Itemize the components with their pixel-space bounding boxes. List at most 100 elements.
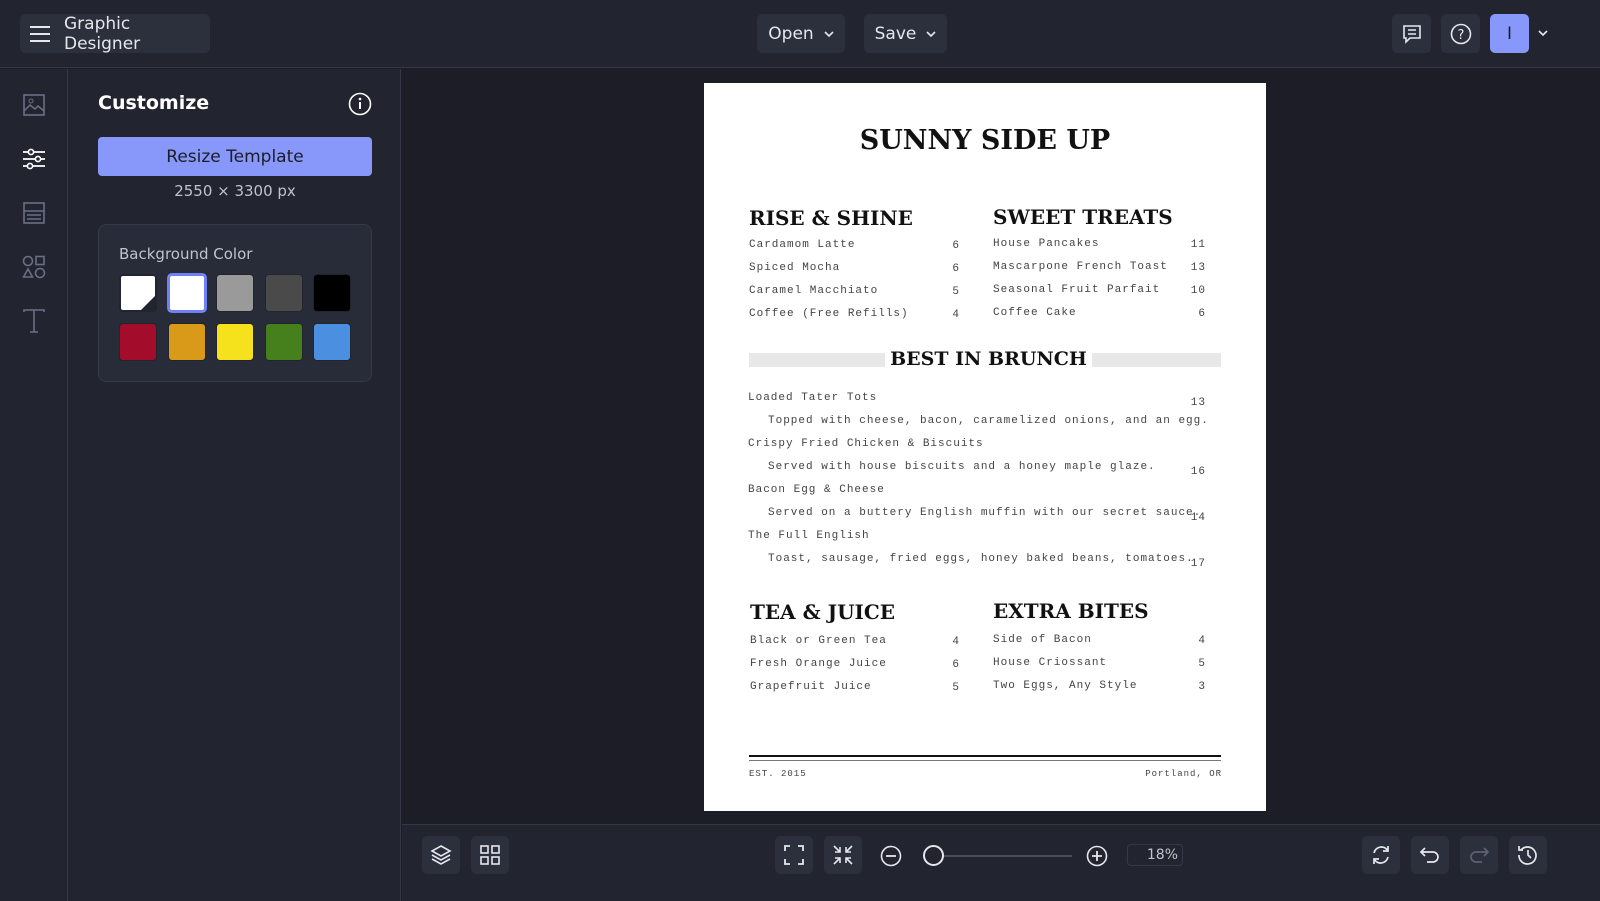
- help-button[interactable]: ?: [1441, 14, 1480, 53]
- zoom-out-icon[interactable]: [880, 845, 902, 867]
- menu-page[interactable]: SUNNY SIDE UP RISE & SHINE Cardamom Latte…: [704, 83, 1266, 811]
- tool-rail: [0, 69, 68, 901]
- chevron-down-icon: [824, 30, 834, 37]
- reset-button[interactable]: [1362, 836, 1400, 874]
- layers-button[interactable]: [422, 836, 460, 874]
- menu-item-price: 3: [1198, 681, 1206, 693]
- expand-icon: [784, 845, 804, 865]
- history-button[interactable]: [1509, 836, 1547, 874]
- menu-item-price: 6: [1198, 308, 1206, 320]
- menu-item-name: Coffee (Free Refills): [749, 308, 909, 320]
- brunch-item-name: The Full English: [748, 530, 870, 542]
- menu-item-name: Side of Bacon: [993, 634, 1092, 646]
- brunch-item-price: 14: [1190, 512, 1206, 524]
- brunch-item-desc: Topped with cheese, bacon, caramelized o…: [768, 415, 1209, 427]
- menu-item-name: Mascarpone French Toast: [993, 261, 1168, 273]
- brunch-item-name: Bacon Egg & Cheese: [748, 484, 885, 496]
- save-button[interactable]: Save: [864, 14, 947, 53]
- menu-title: SUNNY SIDE UP: [859, 125, 1111, 156]
- menu-item-name: Fresh Orange Juice: [750, 658, 887, 670]
- brunch-heading: BEST IN BRUNCH: [890, 348, 1087, 370]
- open-button[interactable]: Open: [757, 14, 845, 53]
- collapse-icon: [833, 845, 853, 865]
- footer-location: Portland, OR: [1145, 769, 1222, 779]
- brunch-item-price: 16: [1190, 466, 1206, 478]
- images-icon[interactable]: [20, 91, 48, 119]
- menu-item-name: Coffee Cake: [993, 307, 1077, 319]
- menu-item-price: 6: [952, 240, 960, 252]
- menu-item-name: Seasonal Fruit Parfait: [993, 284, 1161, 296]
- avatar[interactable]: I: [1490, 14, 1529, 53]
- menu-item-name: Grapefruit Juice: [750, 681, 872, 693]
- comments-button[interactable]: [1392, 14, 1431, 53]
- footer-rule-thin: [749, 760, 1221, 761]
- tea-heading: TEA & JUICE: [750, 600, 896, 624]
- avatar-initial: I: [1506, 23, 1512, 44]
- app-title: Graphic Designer: [64, 13, 141, 54]
- menu-item-name: House Pancakes: [993, 238, 1100, 250]
- grid-button[interactable]: [471, 836, 509, 874]
- undo-button[interactable]: [1411, 836, 1449, 874]
- panel-title: Customize: [98, 92, 210, 114]
- grid-icon: [480, 845, 500, 865]
- menu-item-price: 4: [952, 636, 960, 648]
- swatch-ffffff[interactable]: [167, 274, 206, 312]
- bottom-toolbar: 18%: [402, 824, 1600, 901]
- menu-item-price: 13: [1190, 262, 1206, 274]
- account-chevron-icon[interactable]: [1538, 30, 1548, 36]
- fit-screen-button[interactable]: [775, 836, 813, 874]
- zoom-slider-thumb[interactable]: [922, 845, 944, 866]
- text-icon[interactable]: [20, 307, 48, 335]
- brunch-item-desc: Served with house biscuits and a honey m…: [768, 461, 1156, 473]
- swatch-45801c[interactable]: [264, 323, 303, 361]
- menu-item-name: Caramel Macchiato: [749, 285, 879, 297]
- swatch-d89a18[interactable]: [167, 323, 206, 361]
- customize-sliders-icon[interactable]: [20, 145, 48, 173]
- shapes-icon[interactable]: [20, 253, 48, 281]
- info-icon[interactable]: [348, 92, 372, 116]
- footer-est: EST. 2015: [749, 769, 807, 779]
- menu-item-price: 6: [952, 659, 960, 671]
- menu-item-name: Spiced Mocha: [749, 262, 841, 274]
- brunch-item-desc: Toast, sausage, fried eggs, honey baked …: [768, 553, 1194, 565]
- main-menu-button[interactable]: Graphic Designer: [20, 13, 210, 54]
- layout-icon[interactable]: [20, 199, 48, 227]
- menu-item-price: 5: [1198, 658, 1206, 670]
- swatch-a30d2b[interactable]: [119, 323, 157, 361]
- chevron-down-icon: [926, 30, 936, 37]
- swatch-000000[interactable]: [313, 274, 351, 312]
- save-label: Save: [874, 23, 917, 44]
- menu-item-price: 11: [1190, 239, 1206, 251]
- redo-button[interactable]: [1460, 836, 1498, 874]
- swatch-4a8fe0[interactable]: [313, 323, 351, 361]
- menu-item-price: 6: [952, 263, 960, 275]
- swatch-transparent[interactable]: [119, 274, 157, 312]
- divider-bar: [749, 353, 885, 367]
- zoom-slider-track[interactable]: [930, 855, 1072, 857]
- layers-icon: [430, 844, 452, 866]
- background-color-label: Background Color: [119, 245, 253, 263]
- svg-text:?: ?: [1457, 28, 1464, 43]
- brunch-item-price: 13: [1190, 397, 1206, 409]
- help-icon: ?: [1450, 23, 1472, 45]
- menu-item-price: 4: [1198, 635, 1206, 647]
- brunch-item-name: Crispy Fried Chicken & Biscuits: [748, 438, 984, 450]
- background-color-card: Background Color: [98, 224, 372, 382]
- brunch-item-desc: Served on a buttery English muffin with …: [768, 507, 1202, 519]
- shrink-button[interactable]: [824, 836, 862, 874]
- menu-item-name: Cardamom Latte: [749, 239, 856, 251]
- zoom-in-icon[interactable]: [1086, 845, 1108, 867]
- redo-icon: [1468, 845, 1490, 865]
- menu-item-name: House Criossant: [993, 657, 1108, 669]
- swatch-f5e11c[interactable]: [216, 323, 254, 361]
- resize-template-button[interactable]: Resize Template: [98, 137, 372, 176]
- swatch-9a9a9a[interactable]: [216, 274, 254, 312]
- template-dimensions: 2550 × 3300 px: [174, 182, 296, 200]
- footer-rule: [749, 755, 1221, 757]
- zoom-percent-input[interactable]: 18%: [1127, 844, 1183, 866]
- menu-item-price: 4: [952, 309, 960, 321]
- swatch-4a4a4a[interactable]: [264, 274, 303, 312]
- customize-panel: Customize Resize Template 2550 × 3300 px…: [68, 69, 401, 901]
- history-icon: [1517, 844, 1539, 866]
- menu-item-price: 5: [952, 682, 960, 694]
